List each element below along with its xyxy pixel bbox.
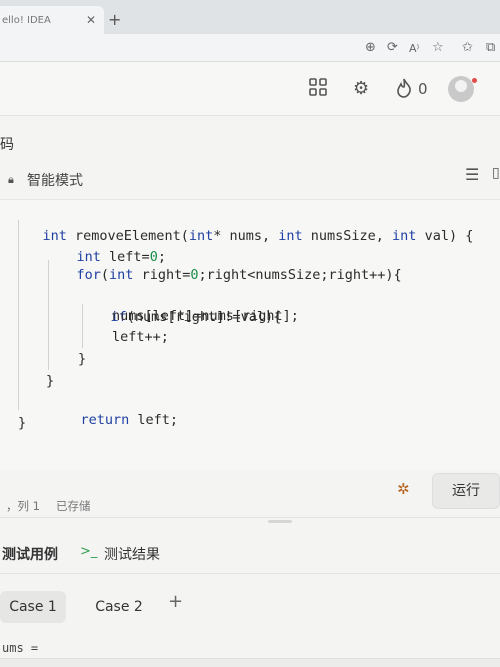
code-line-7: left++; xyxy=(112,329,169,345)
close-tab-icon[interactable]: ✕ xyxy=(86,13,96,27)
code-line-9: } xyxy=(46,373,55,389)
editor-statusbar: ，列 1 已存储 ✲ 运行 xyxy=(0,470,500,518)
zoom-icon[interactable]: ⊕ xyxy=(365,40,376,55)
layout-grid-icon[interactable] xyxy=(309,78,327,101)
collections-icon[interactable]: ⧉ xyxy=(486,40,495,55)
browser-tab-title: ello! IDEA xyxy=(2,15,51,26)
favorite-icon[interactable]: ☆ xyxy=(432,40,444,55)
panel-icon[interactable]: ▯ xyxy=(492,165,500,181)
section-title: 码 xyxy=(0,137,14,153)
browser-tab-bar: ello! IDEA ✕ + xyxy=(0,0,500,34)
code-line-6: nums[left]=nums[right]; xyxy=(112,308,299,324)
add-case-button[interactable]: + xyxy=(168,591,183,612)
case-1-button[interactable]: Case 1 xyxy=(0,591,66,623)
code-line-3: for(int right=0;right<numsSize;right++){ xyxy=(76,267,402,283)
terminal-icon: >_ xyxy=(80,544,98,559)
lock-icon: 🔒︎ xyxy=(8,173,14,186)
test-input-field[interactable] xyxy=(0,658,500,667)
code-editor[interactable]: int removeElement(int* nums, int numsSiz… xyxy=(0,200,500,470)
editor-toolbar: 🔒︎ 智能模式 ☰ ▯ xyxy=(0,160,500,200)
code-line-10: return left; xyxy=(80,412,179,428)
code-line-1: int removeElement(int* nums, int numsSiz… xyxy=(42,228,474,244)
flame-icon[interactable] xyxy=(396,78,412,103)
read-aloud-icon[interactable]: A⁾ xyxy=(409,42,419,55)
address-bar: ⊕ ⟳ A⁾ ☆ ✩ ⧉ xyxy=(0,34,500,62)
new-tab-button[interactable]: + xyxy=(108,10,121,29)
flame-count: 0 xyxy=(418,80,428,98)
favorites-bar-icon[interactable]: ✩ xyxy=(462,40,473,55)
notification-dot xyxy=(472,78,477,83)
saved-status: 已存储 xyxy=(56,499,91,513)
code-line-5: if(nums[right]!=val){ xyxy=(110,309,282,325)
test-panel-tabs: 测试用例 >_ 测试结果 xyxy=(0,530,500,574)
refresh-icon[interactable]: ⟳ xyxy=(387,40,398,55)
case-selector: Case 1 Case 2 + xyxy=(0,585,500,625)
debug-icon[interactable]: ✲ xyxy=(397,480,410,498)
code-line-8: } xyxy=(78,351,87,367)
avatar[interactable] xyxy=(448,76,474,102)
format-icon[interactable]: ☰ xyxy=(465,165,479,184)
panel-resize-handle[interactable] xyxy=(268,520,292,523)
input-label: ums = xyxy=(2,641,39,655)
cursor-position: ，列 1 xyxy=(6,499,40,513)
editor-mode-label[interactable]: 智能模式 xyxy=(27,170,83,190)
browser-tab[interactable]: ello! IDEA ✕ xyxy=(0,6,104,34)
app-header: ⚙ 0 xyxy=(0,62,500,116)
tab-test-results[interactable]: 测试结果 xyxy=(104,544,160,564)
case-2-button[interactable]: Case 2 xyxy=(86,591,152,623)
tab-test-cases[interactable]: 测试用例 xyxy=(2,544,58,564)
gear-icon[interactable]: ⚙ xyxy=(353,78,369,99)
code-line-2: int left=0; xyxy=(76,249,166,265)
run-button[interactable]: 运行 xyxy=(432,473,500,509)
code-line-11: } xyxy=(18,415,27,431)
